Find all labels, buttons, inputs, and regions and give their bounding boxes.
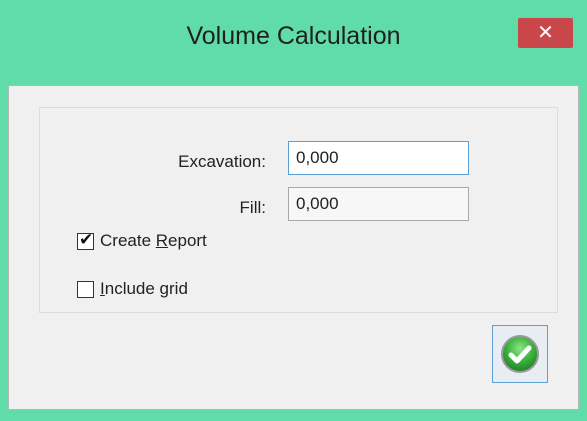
excavation-label: Excavation: (178, 152, 266, 171)
checkmark-icon: ✔ (79, 229, 94, 249)
include-grid-checkbox[interactable] (77, 280, 94, 298)
create-report-checkbox-row[interactable]: ✔ Create Report (77, 229, 207, 251)
excavation-field[interactable] (288, 141, 469, 175)
calculation-groupbox: Excavation: Fill: ✔ Create Report Includ… (39, 107, 558, 313)
fill-label: Fill: (239, 198, 266, 217)
ok-button[interactable] (492, 325, 548, 383)
dialog-client-area: Excavation: Fill: ✔ Create Report Includ… (8, 85, 579, 410)
create-report-checkbox[interactable]: ✔ (77, 229, 94, 250)
title-bar: Volume Calculation ✕ (0, 0, 587, 90)
window-title: Volume Calculation (186, 22, 401, 50)
volume-calculation-dialog: Volume Calculation ✕ Excavation: Fill: ✔… (0, 0, 587, 421)
include-grid-label: Include grid (100, 279, 188, 298)
create-report-label: Create Report (100, 231, 207, 250)
fill-field[interactable] (288, 187, 469, 221)
check-circle-icon (501, 335, 539, 373)
close-button[interactable]: ✕ (518, 18, 573, 48)
close-icon: ✕ (537, 22, 554, 44)
include-grid-checkbox-row[interactable]: Include grid (77, 279, 188, 299)
